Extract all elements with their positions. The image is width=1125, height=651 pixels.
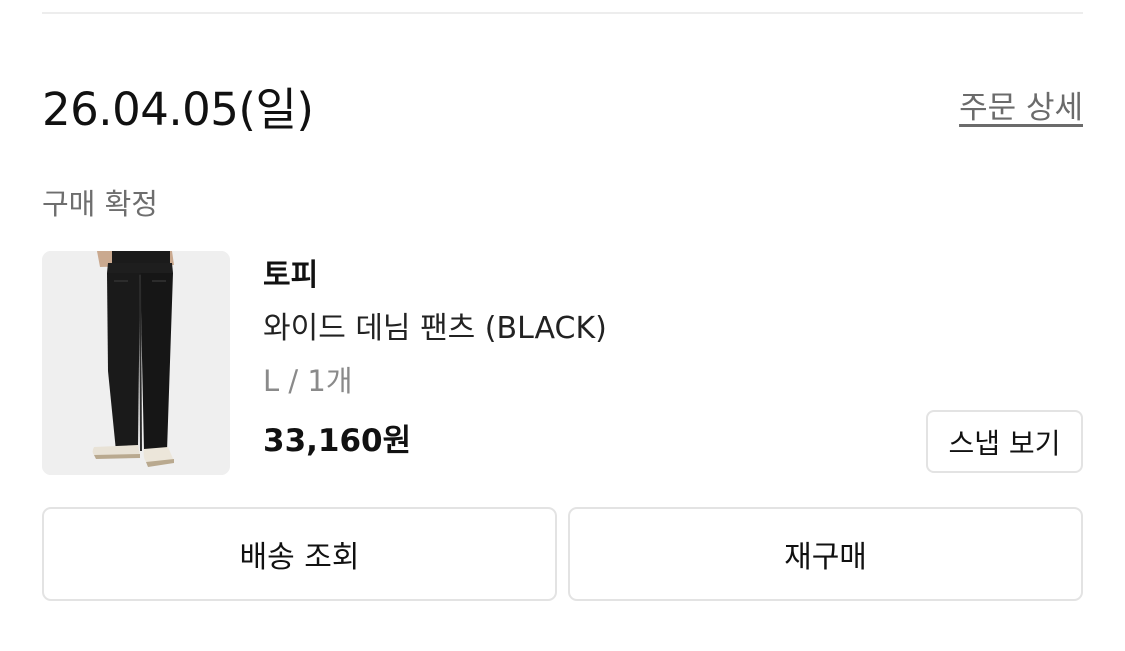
order-status: 구매 확정 <box>42 187 158 221</box>
rebuy-button[interactable]: 재구매 <box>568 507 1083 601</box>
product-image[interactable] <box>42 251 230 475</box>
order-date: 26.04.05(일) <box>42 83 314 136</box>
product-option: L / 1개 <box>263 364 353 398</box>
top-divider <box>42 12 1083 14</box>
product-name[interactable]: 와이드 데님 팬츠 (BLACK) <box>263 308 607 350</box>
order-detail-link[interactable]: 주문 상세 <box>959 86 1083 130</box>
product-brand: 토피 <box>263 258 319 293</box>
product-price: 33,160원 <box>263 423 412 459</box>
denim-pants-photo-icon <box>42 251 230 475</box>
snap-view-button[interactable]: 스냅 보기 <box>926 410 1083 473</box>
delivery-tracking-button[interactable]: 배송 조회 <box>42 507 557 601</box>
